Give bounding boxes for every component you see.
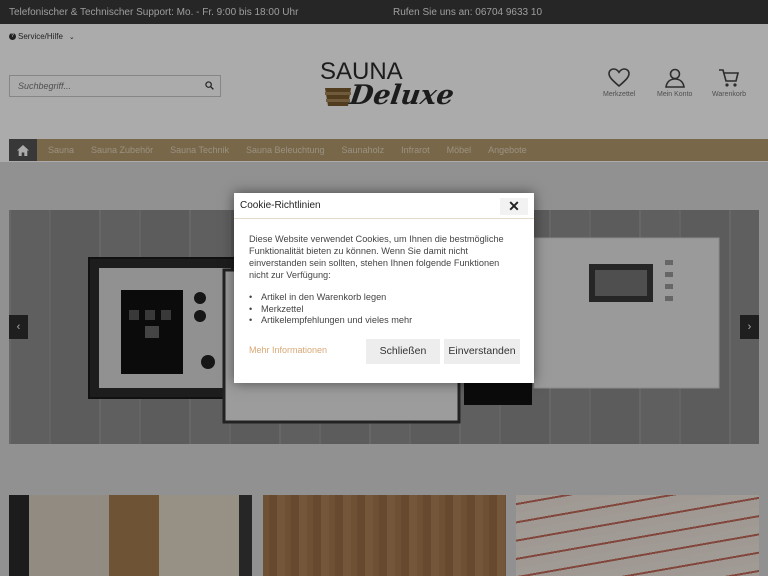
list-item: Merkzettel — [249, 304, 412, 316]
more-info-link[interactable]: Mehr Informationen — [249, 345, 327, 355]
cookie-dialog: Cookie-Richtlinien ✕ Diese Website verwe… — [234, 193, 534, 383]
cookie-description: Diese Website verwendet Cookies, um Ihne… — [249, 234, 504, 280]
decline-button[interactable]: Schließen — [366, 339, 440, 364]
close-icon[interactable]: ✕ — [500, 198, 528, 215]
dialog-divider — [234, 218, 534, 219]
accept-button[interactable]: Einverstanden — [444, 339, 520, 364]
list-item: Artikel in den Warenkorb legen — [249, 292, 412, 304]
cookie-feature-list: Artikel in den Warenkorb legen Merkzette… — [249, 292, 412, 327]
list-item: Artikelempfehlungen und vieles mehr — [249, 315, 412, 327]
cookie-dialog-title: Cookie-Richtlinien — [240, 200, 321, 211]
